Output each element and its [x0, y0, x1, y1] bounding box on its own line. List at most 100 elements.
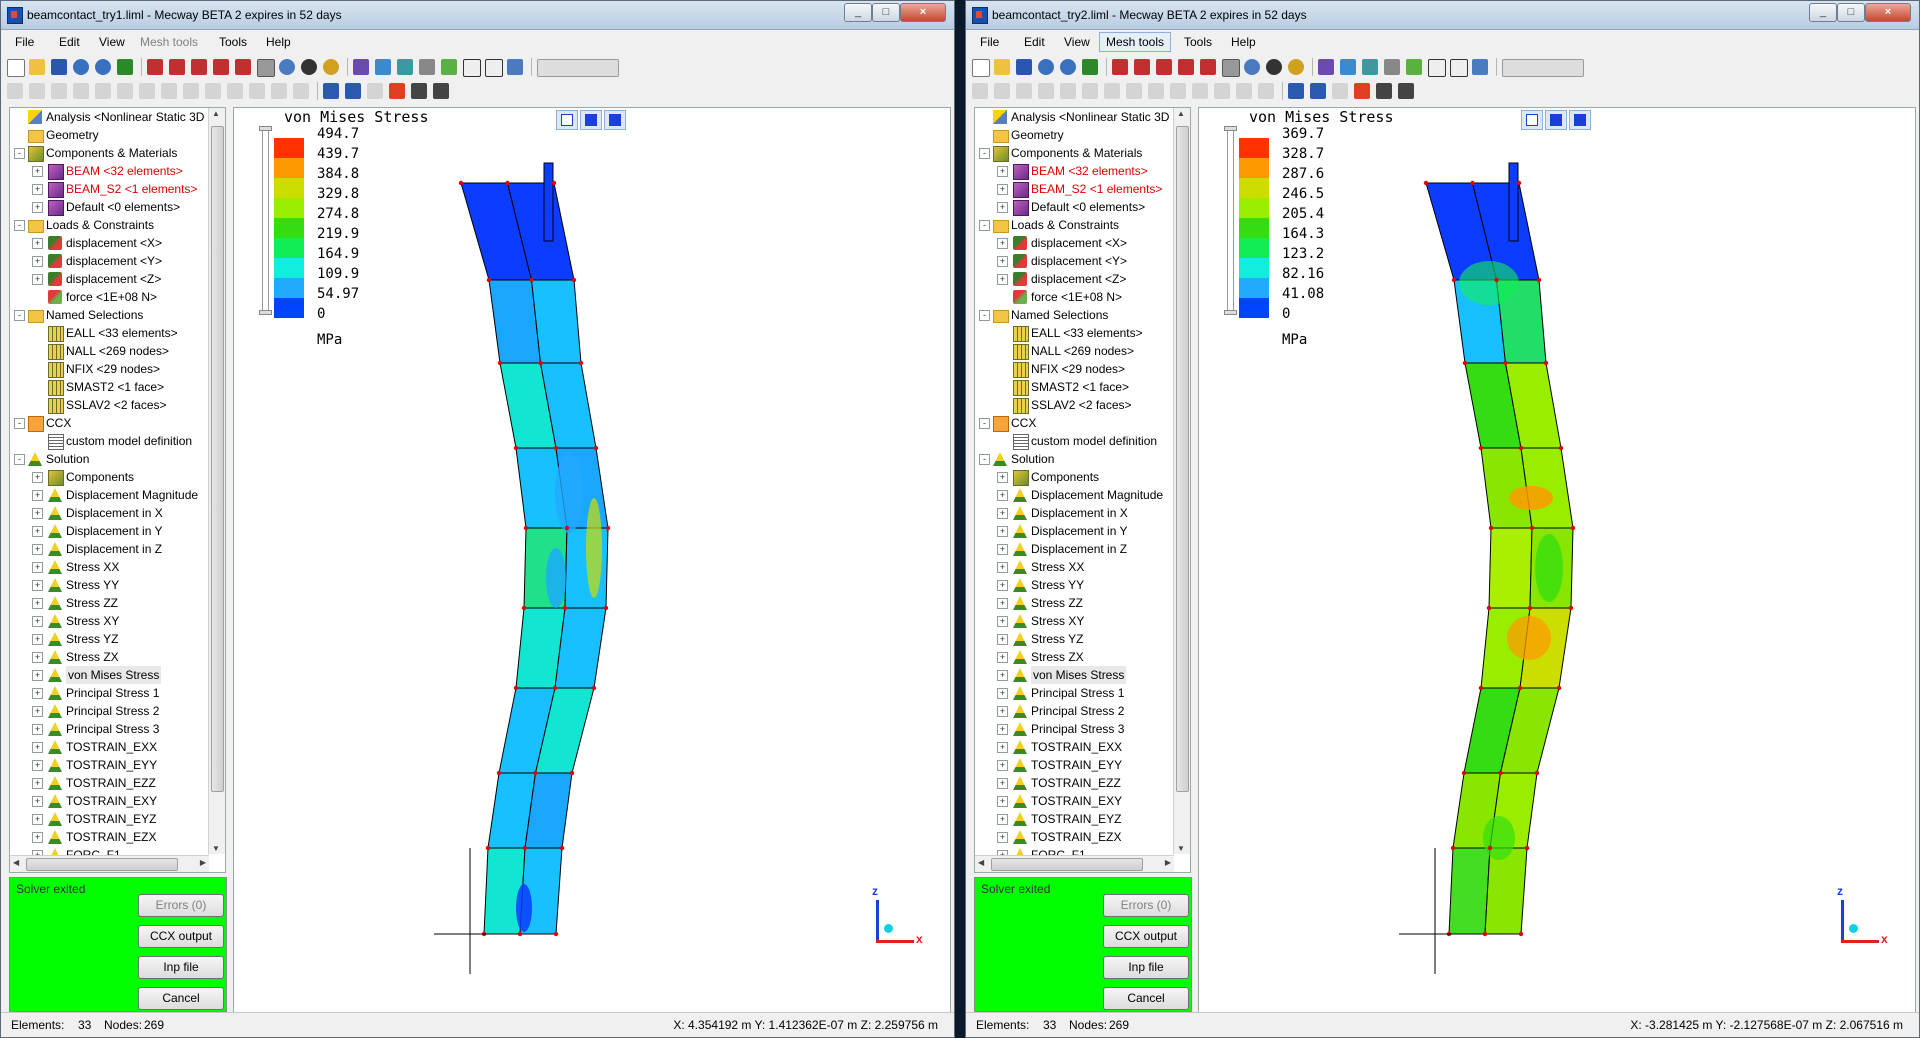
solve-icon[interactable] — [117, 59, 133, 75]
mesh-node[interactable] — [458, 180, 464, 186]
mesh-node[interactable] — [569, 770, 575, 776]
tree-item[interactable]: + Stress ZX — [975, 648, 1174, 666]
expand-toggle[interactable]: + — [997, 832, 1008, 843]
expand-toggle[interactable]: + — [32, 814, 43, 825]
mesh-node[interactable] — [517, 931, 523, 937]
triangle-icon[interactable] — [293, 83, 309, 99]
mesh-node[interactable] — [591, 685, 597, 691]
tree-item[interactable]: + Displacement in X — [975, 504, 1174, 522]
scroll-up-icon[interactable]: ▲ — [212, 109, 220, 118]
mesh-node[interactable] — [1451, 277, 1457, 283]
save-icon[interactable] — [1016, 59, 1032, 75]
scroll-thumb[interactable] — [1176, 126, 1189, 792]
expand-toggle[interactable]: + — [997, 490, 1008, 501]
mesh-node[interactable] — [529, 277, 534, 283]
tree-item[interactable]: custom model definition — [975, 432, 1174, 450]
tree-item[interactable]: - Components & Materials — [10, 144, 209, 162]
expand-toggle[interactable]: + — [997, 202, 1008, 213]
tree-item[interactable]: + TOSTRAIN_EXY — [975, 792, 1174, 810]
line-icon[interactable] — [1288, 83, 1304, 99]
tree-item[interactable]: + Stress YY — [975, 576, 1174, 594]
expand-toggle[interactable]: + — [32, 580, 43, 591]
menu-mesh-tools[interactable]: Mesh tools — [134, 34, 204, 50]
mesh-node[interactable] — [593, 445, 599, 451]
mesh-node[interactable] — [513, 445, 519, 451]
mesh-node[interactable] — [1450, 845, 1456, 851]
scroll-left-icon[interactable]: ◀ — [13, 858, 19, 867]
mesh-node[interactable] — [571, 277, 577, 283]
maximize-button[interactable]: □ — [1837, 3, 1865, 22]
expand-toggle[interactable]: + — [997, 472, 1008, 483]
mesh-element[interactable] — [530, 279, 582, 364]
expand-toggle[interactable]: + — [32, 634, 43, 645]
cube-outline-icon[interactable] — [1082, 83, 1098, 99]
expand-toggle[interactable]: + — [32, 742, 43, 753]
scroll-up-icon[interactable]: ▲ — [1177, 109, 1185, 118]
film-icon[interactable] — [1376, 83, 1392, 99]
mesh-node[interactable] — [562, 605, 568, 611]
tree-item[interactable]: + Stress XX — [10, 558, 209, 576]
mesh-node[interactable] — [553, 445, 559, 451]
line-icon[interactable] — [323, 83, 339, 99]
expand-toggle[interactable]: + — [32, 796, 43, 807]
undo-icon[interactable] — [1038, 59, 1054, 75]
arc-icon[interactable] — [1148, 83, 1164, 99]
square-icon[interactable] — [51, 83, 67, 99]
cube-red-icon[interactable] — [1112, 59, 1128, 75]
tree-item[interactable]: + Principal Stress 2 — [975, 702, 1174, 720]
tree-item[interactable]: + TOSTRAIN_EXX — [10, 738, 209, 756]
mesh-node[interactable] — [578, 360, 584, 366]
branch-icon[interactable] — [227, 83, 243, 99]
cube-red-icon[interactable] — [191, 59, 207, 75]
expand-toggle[interactable]: + — [32, 760, 43, 771]
tree-item[interactable]: + Displacement in X — [10, 504, 209, 522]
tree-item[interactable]: SSLAV2 <2 faces> — [10, 396, 209, 414]
mesh-node[interactable] — [538, 360, 543, 366]
mesh-node[interactable] — [1461, 770, 1467, 776]
scroll-right-icon[interactable]: ▶ — [1165, 858, 1171, 867]
square-icon[interactable] — [29, 83, 45, 99]
mesh-icon[interactable] — [507, 59, 523, 75]
contact-bar[interactable] — [1508, 162, 1519, 242]
find-icon[interactable] — [323, 59, 339, 75]
expand-toggle[interactable]: + — [997, 724, 1008, 735]
menu-help[interactable]: Help — [1225, 34, 1262, 50]
collapse-toggle[interactable]: - — [979, 148, 990, 159]
cube-red-icon[interactable] — [1156, 59, 1172, 75]
new-file-icon[interactable] — [972, 59, 990, 77]
expand-toggle[interactable]: + — [997, 688, 1008, 699]
mesh-node[interactable] — [1423, 180, 1429, 186]
tree-item[interactable]: - CCX — [10, 414, 209, 432]
menu-file[interactable]: File — [9, 34, 40, 50]
mesh-node[interactable] — [496, 770, 502, 776]
tree-item[interactable]: + Principal Stress 1 — [975, 684, 1174, 702]
select-face-icon[interactable] — [397, 59, 413, 75]
tree-item[interactable]: + von Mises Stress — [10, 666, 209, 684]
mesh-node[interactable] — [485, 845, 491, 851]
errors-button[interactable]: Errors (0) — [138, 894, 224, 917]
triangle-icon[interactable] — [1258, 83, 1274, 99]
expand-toggle[interactable]: + — [32, 832, 43, 843]
open-folder-icon[interactable] — [29, 59, 45, 75]
ccx-output-button[interactable]: CCX output — [138, 925, 224, 948]
tree-item[interactable]: + Principal Stress 3 — [10, 720, 209, 738]
tree-item[interactable]: + Displacement in Z — [975, 540, 1174, 558]
mesh-node[interactable] — [1527, 605, 1533, 611]
undo-icon[interactable] — [73, 59, 89, 75]
node-icon[interactable] — [1214, 83, 1230, 99]
mesh-node[interactable] — [1558, 445, 1564, 451]
tree-vertical-scrollbar[interactable]: ▲ ▼ — [1173, 108, 1190, 854]
tree-item[interactable]: + TOSTRAIN_EYY — [975, 756, 1174, 774]
expand-toggle[interactable]: + — [997, 706, 1008, 717]
rotate-icon[interactable] — [1266, 59, 1282, 75]
square-icon[interactable] — [994, 83, 1010, 99]
inp-file-button[interactable]: Inp file — [1103, 956, 1189, 979]
mesh-node[interactable] — [523, 525, 529, 531]
menu-mesh-tools[interactable]: Mesh tools — [1099, 32, 1172, 52]
mesh-node[interactable] — [521, 605, 527, 611]
tree-item[interactable]: + Stress YZ — [10, 630, 209, 648]
mesh-node[interactable] — [513, 685, 519, 691]
mesh-node[interactable] — [1503, 360, 1508, 366]
mesh-node[interactable] — [1534, 770, 1540, 776]
zoom-fit-icon[interactable] — [1222, 59, 1240, 77]
